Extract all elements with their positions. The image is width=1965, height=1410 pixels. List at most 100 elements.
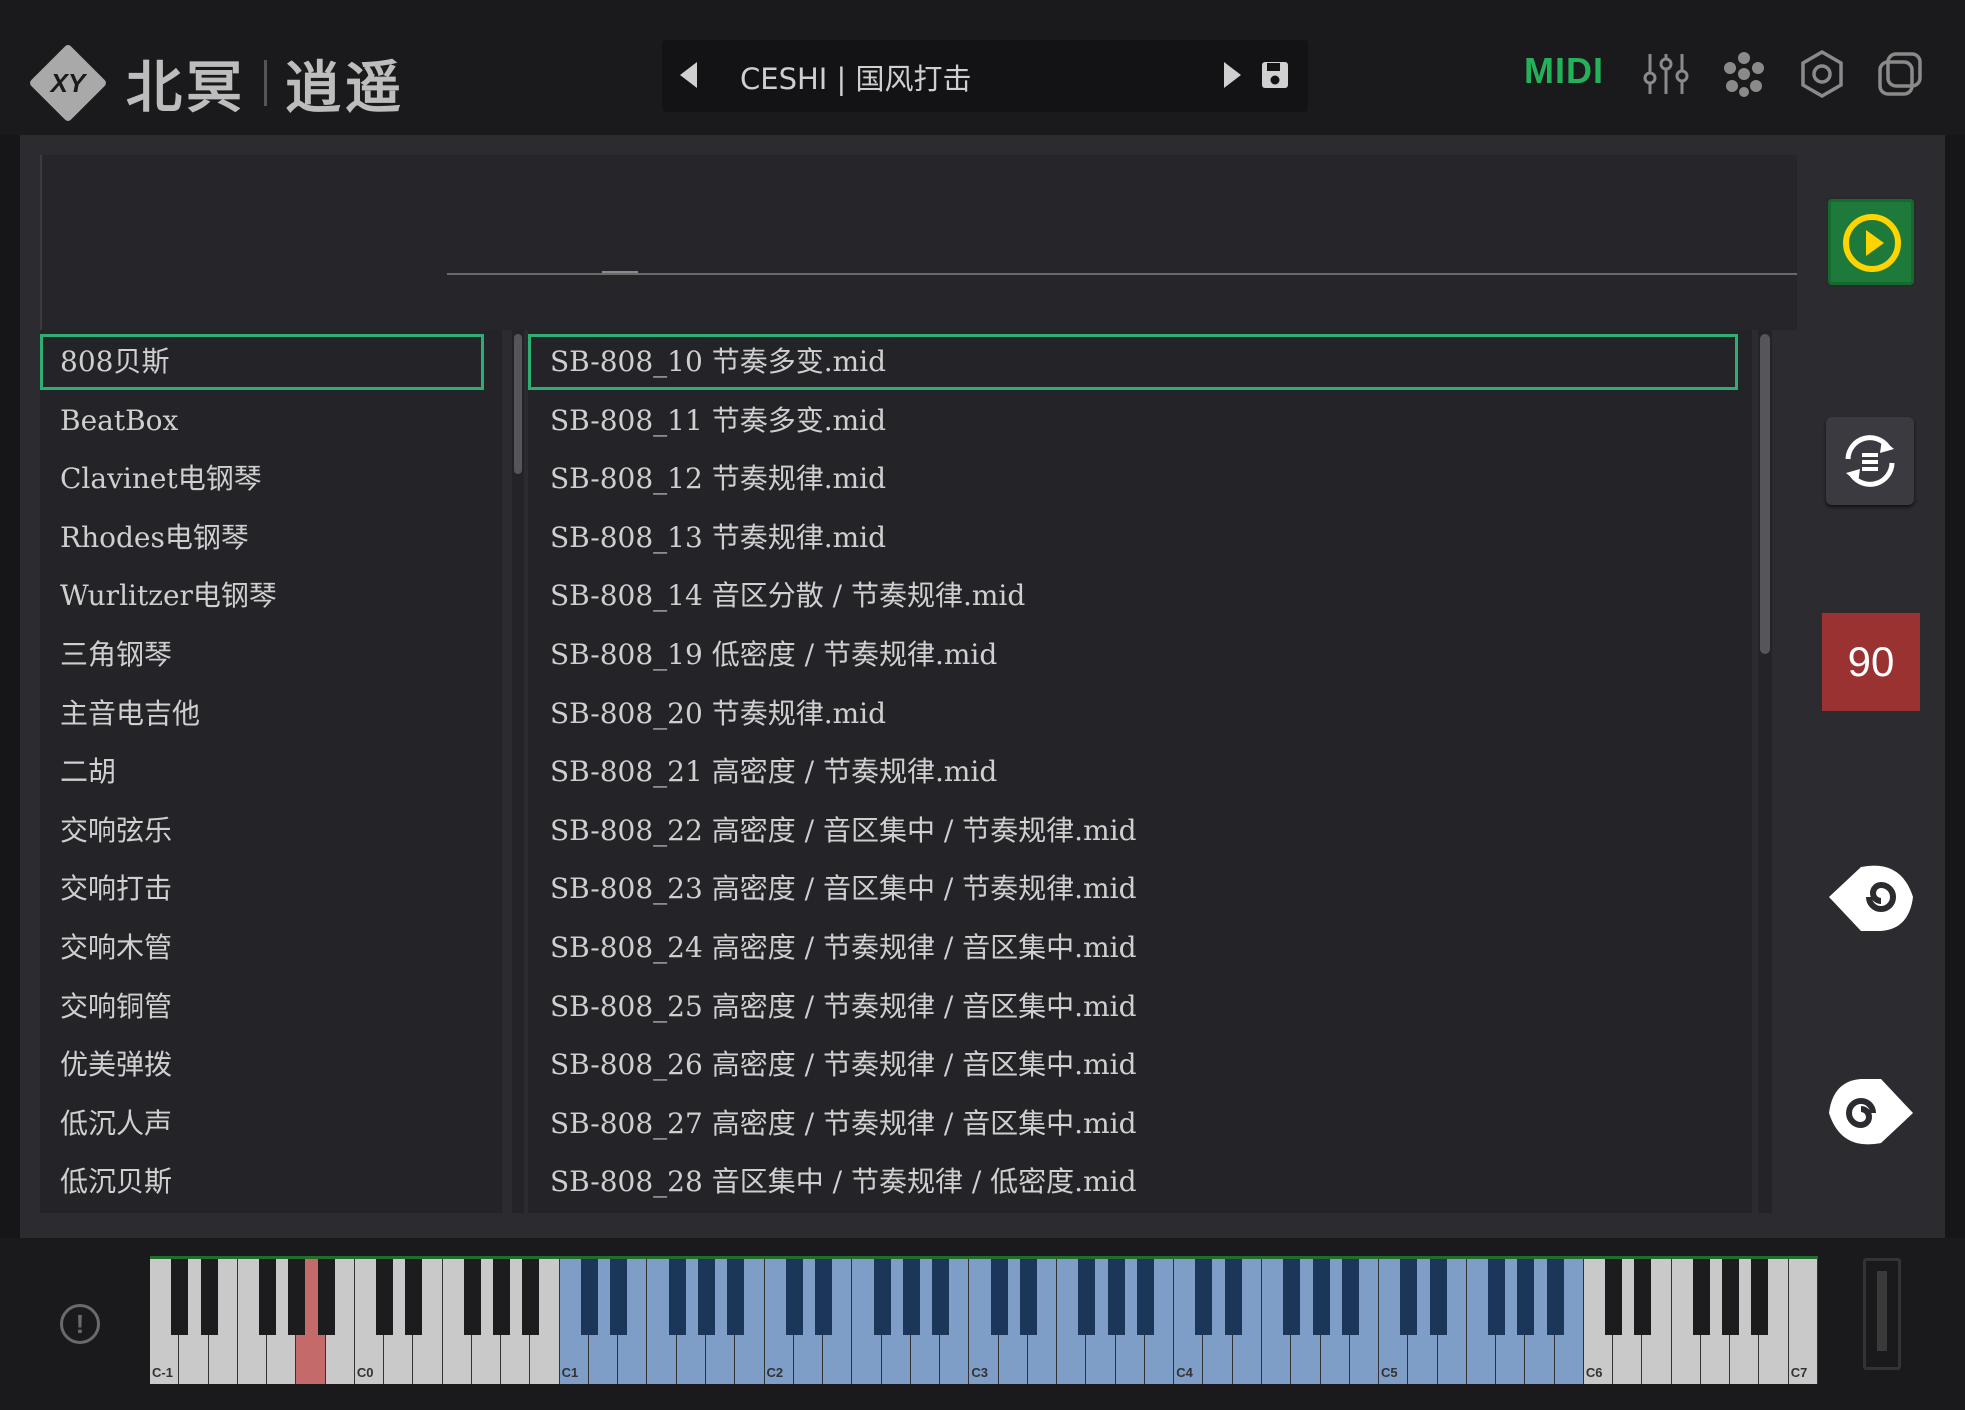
black-key[interactable] <box>668 1259 686 1335</box>
octave-label: C5 <box>1381 1365 1398 1380</box>
black-key[interactable] <box>1283 1259 1301 1335</box>
preset-selector[interactable]: CESHI | 国风打击 <box>662 40 1308 112</box>
file-item[interactable]: SB-808_11 节奏多变.mid <box>528 393 1752 449</box>
black-key[interactable] <box>1605 1259 1623 1335</box>
black-key[interactable] <box>1634 1259 1652 1335</box>
black-key[interactable] <box>463 1259 481 1335</box>
black-key[interactable] <box>1400 1259 1418 1335</box>
black-key[interactable] <box>1517 1259 1535 1335</box>
loop-list-button[interactable] <box>1826 417 1914 505</box>
file-item[interactable]: SB-808_14 音区分散 / 节奏规律.mid <box>528 568 1752 624</box>
black-key[interactable] <box>698 1259 715 1335</box>
black-key[interactable] <box>1341 1259 1359 1335</box>
piano-keyboard[interactable]: C-1 C0 C1 C2 C3 C4 C5 C6 C7 <box>150 1256 1818 1384</box>
category-item[interactable]: 低沉人声 <box>40 1096 502 1152</box>
black-key[interactable] <box>259 1259 277 1335</box>
mixer-sliders-icon[interactable] <box>1640 48 1692 100</box>
nodes-icon[interactable] <box>1718 48 1770 100</box>
tempo-display[interactable]: 90 <box>1822 613 1920 711</box>
redo-icon[interactable] <box>1821 1063 1921 1163</box>
black-key[interactable] <box>1136 1259 1154 1335</box>
sustain-pedal-icon[interactable] <box>1863 1258 1901 1370</box>
category-item[interactable]: 优美弹拨 <box>40 1037 502 1093</box>
black-key[interactable] <box>1078 1259 1096 1335</box>
black-key[interactable] <box>873 1259 891 1335</box>
file-item[interactable]: SB-808_22 高密度 / 音区集中 / 节奏规律.mid <box>528 803 1752 859</box>
file-item[interactable]: SB-808_28 音区集中 / 节奏规律 / 低密度.mid <box>528 1154 1752 1210</box>
category-scrollbar[interactable] <box>512 330 524 1213</box>
octave-label: C-1 <box>152 1365 173 1380</box>
file-item[interactable]: SB-808_13 节奏规律.mid <box>528 510 1752 566</box>
black-key[interactable] <box>1692 1259 1710 1335</box>
play-button[interactable] <box>1826 197 1916 287</box>
layers-icon[interactable] <box>1874 48 1926 100</box>
category-item[interactable]: 二胡 <box>40 744 502 800</box>
category-item[interactable]: 交响铜管 <box>40 979 502 1035</box>
save-icon[interactable] <box>1260 60 1290 90</box>
gear-icon[interactable] <box>1796 48 1848 100</box>
file-list[interactable]: SB-808_10 节奏多变.mid SB-808_11 节奏多变.mid SB-8… <box>528 330 1752 1213</box>
category-list[interactable]: 808贝斯 BeatBox Clavinet电钢琴 Rhodes电钢琴 Wurlitze… <box>40 330 502 1213</box>
black-key[interactable] <box>990 1259 1008 1335</box>
black-key[interactable] <box>317 1259 335 1335</box>
category-item[interactable]: 808贝斯 <box>40 334 484 390</box>
octave-label: C3 <box>971 1365 988 1380</box>
undo-icon[interactable] <box>1821 847 1921 947</box>
black-key[interactable] <box>1019 1259 1037 1335</box>
file-item[interactable]: SB-808_24 高密度 / 节奏规律 / 音区集中.mid <box>528 920 1752 976</box>
black-key[interactable] <box>1312 1259 1330 1335</box>
file-item[interactable]: SB-808_25 高密度 / 节奏规律 / 音区集中.mid <box>528 979 1752 1035</box>
category-item[interactable]: 主音电吉他 <box>40 686 502 742</box>
octave-label: C0 <box>356 1365 374 1380</box>
black-key[interactable] <box>288 1259 306 1335</box>
black-key[interactable] <box>171 1259 189 1335</box>
play-icon <box>1843 214 1901 272</box>
black-key[interactable] <box>785 1259 803 1335</box>
category-item[interactable]: 三角钢琴 <box>40 627 502 683</box>
midi-button[interactable]: MIDI <box>1524 50 1604 92</box>
category-item[interactable]: 交响打击 <box>40 861 502 917</box>
black-key[interactable] <box>376 1259 394 1335</box>
file-scroll-thumb[interactable] <box>1760 334 1770 654</box>
file-scrollbar[interactable] <box>1758 330 1772 1213</box>
black-key[interactable] <box>932 1259 950 1335</box>
black-key[interactable] <box>1751 1259 1769 1335</box>
black-key[interactable] <box>522 1259 540 1335</box>
black-key[interactable] <box>1224 1259 1242 1335</box>
file-item[interactable]: SB-808_12 节奏规律.mid <box>528 451 1752 507</box>
black-key[interactable] <box>1195 1259 1213 1335</box>
info-icon[interactable]: ! <box>60 1304 100 1344</box>
file-item[interactable]: SB-808_19 低密度 / 节奏规律.mid <box>528 627 1752 683</box>
file-item[interactable]: SB-808_27 高密度 / 节奏规律 / 音区集中.mid <box>528 1096 1752 1152</box>
octave-label: C7 <box>1790 1365 1808 1380</box>
file-item[interactable]: SB-808_26 高密度 / 节奏规律 / 音区集中.mid <box>528 1037 1752 1093</box>
category-item[interactable]: Rhodes电钢琴 <box>40 510 502 566</box>
black-key[interactable] <box>1488 1259 1506 1335</box>
preset-next-icon[interactable] <box>1224 62 1241 88</box>
category-item[interactable]: Wurlitzer电钢琴 <box>40 568 502 624</box>
black-key[interactable] <box>493 1259 511 1335</box>
category-item[interactable]: 交响弦乐 <box>40 803 502 859</box>
file-item[interactable]: SB-808_10 节奏多变.mid <box>528 334 1738 390</box>
preset-name[interactable]: CESHI | 国风打击 <box>740 56 972 98</box>
category-item[interactable]: 交响木管 <box>40 920 502 976</box>
preset-prev-icon[interactable] <box>680 62 697 88</box>
black-key[interactable] <box>727 1259 745 1335</box>
black-key[interactable] <box>1429 1259 1447 1335</box>
category-item[interactable]: BeatBox <box>40 393 502 449</box>
file-item[interactable]: SB-808_21 高密度 / 节奏规律.mid <box>528 744 1752 800</box>
file-item[interactable]: SB-808_23 高密度 / 音区集中 / 节奏规律.mid <box>528 861 1752 917</box>
black-key[interactable] <box>902 1259 920 1335</box>
black-key[interactable] <box>1722 1259 1740 1335</box>
black-key[interactable] <box>405 1259 423 1335</box>
black-key[interactable] <box>1546 1259 1564 1335</box>
category-item[interactable]: 低沉贝斯 <box>40 1154 502 1210</box>
black-key[interactable] <box>815 1259 833 1335</box>
black-key[interactable] <box>610 1259 628 1335</box>
black-key[interactable] <box>200 1259 218 1335</box>
black-key[interactable] <box>580 1259 598 1335</box>
black-key[interactable] <box>1107 1259 1125 1335</box>
category-item[interactable]: Clavinet电钢琴 <box>40 451 502 507</box>
file-item[interactable]: SB-808_20 节奏规律.mid <box>528 686 1752 742</box>
category-scroll-thumb[interactable] <box>514 334 522 474</box>
